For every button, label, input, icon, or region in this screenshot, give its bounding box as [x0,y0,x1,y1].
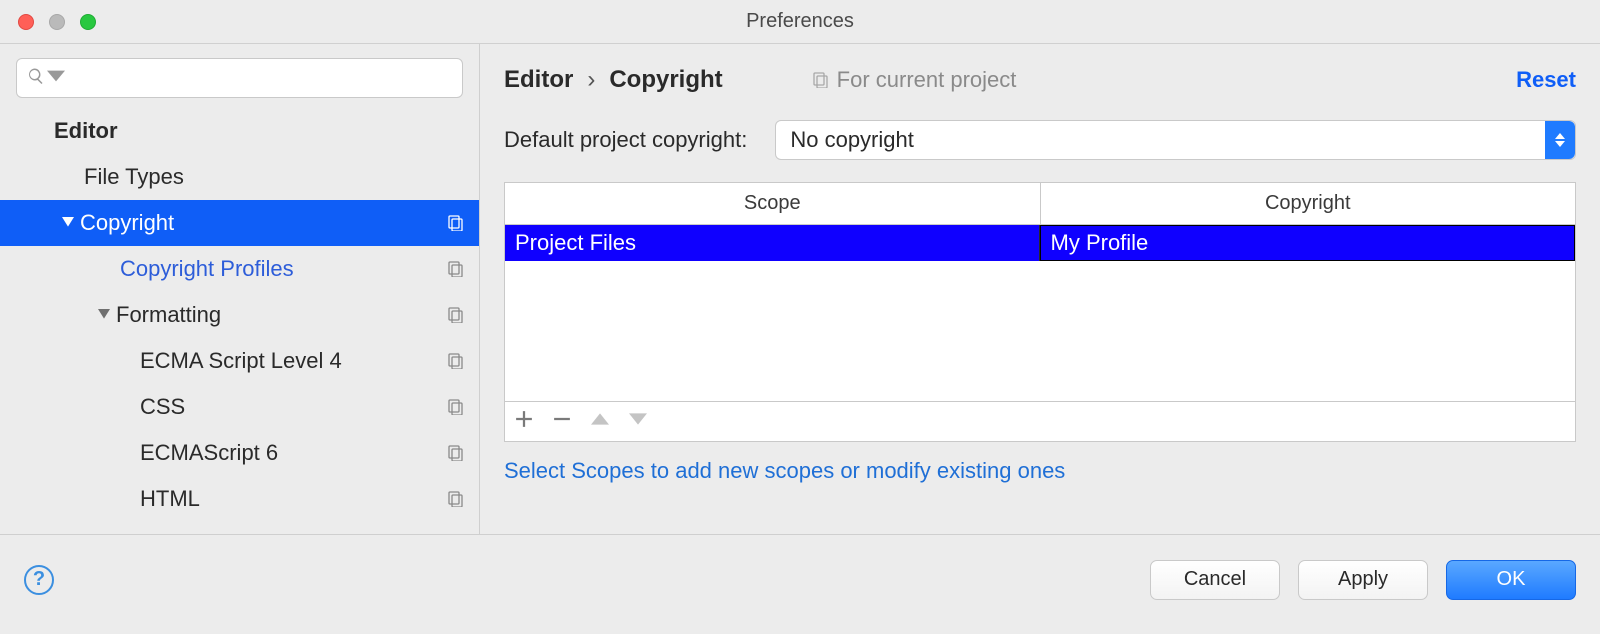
tree-label: CSS [140,394,445,420]
for-current-project-label: For current project [813,67,1017,93]
project-scope-icon [445,353,467,369]
disclosure-triangle-icon[interactable] [56,217,80,229]
table-header: Scope Copyright [505,183,1575,225]
dialog-footer: ? Cancel Apply OK [0,534,1600,624]
window-controls [18,14,96,30]
search-field[interactable] [16,58,463,98]
settings-tree: Editor File Types Copyright Copyright Pr… [0,108,479,534]
column-copyright[interactable]: Copyright [1041,183,1576,224]
breadcrumb-leaf: Copyright [609,66,722,94]
tree-item-ecma4[interactable]: ECMA Script Level 4 [0,338,479,384]
help-button[interactable]: ? [24,565,54,595]
tree-label: File Types [84,164,467,190]
apply-button[interactable]: Apply [1298,560,1428,600]
project-scope-icon [445,307,467,323]
tree-item-editor[interactable]: Editor [0,108,479,154]
project-scope-icon [445,491,467,507]
tree-label: Formatting [116,302,445,328]
reset-link[interactable]: Reset [1516,67,1576,93]
table-row[interactable]: Project Files My Profile [505,225,1575,261]
search-icon [27,67,45,90]
sidebar: Editor File Types Copyright Copyright Pr… [0,44,480,534]
tree-item-copyright[interactable]: Copyright [0,200,479,246]
default-copyright-label: Default project copyright: [504,127,747,153]
scopes-hint-link[interactable]: Select Scopes to add new scopes or modif… [504,458,1576,484]
tree-label: Copyright Profiles [120,256,445,282]
select-value: No copyright [790,127,914,153]
project-scope-icon [445,445,467,461]
tree-label: Copyright [80,210,445,236]
breadcrumb-separator: › [587,66,595,94]
tree-item-formatting[interactable]: Formatting [0,292,479,338]
cell-copyright[interactable]: My Profile [1040,225,1576,261]
tree-item-copyright-profiles[interactable]: Copyright Profiles [0,246,479,292]
add-button[interactable] [515,410,533,433]
remove-button[interactable] [553,410,571,433]
tree-label: ECMAScript 6 [140,440,445,466]
search-input[interactable] [71,68,452,89]
move-down-button[interactable] [629,410,647,433]
for-current-text: For current project [837,67,1017,93]
default-copyright-select[interactable]: No copyright [775,120,1576,160]
search-options-chevron-icon[interactable] [47,67,65,90]
breadcrumb-root[interactable]: Editor [504,66,573,94]
tree-label: ECMA Script Level 4 [140,348,445,374]
project-scope-icon [445,399,467,415]
zoom-window-button[interactable] [80,14,96,30]
project-scope-icon [445,215,467,231]
breadcrumb: Editor › Copyright [504,66,723,94]
tree-item-ecma6[interactable]: ECMAScript 6 [0,430,479,476]
column-scope[interactable]: Scope [505,183,1041,224]
titlebar: Preferences [0,0,1600,44]
tree-item-html[interactable]: HTML [0,476,479,522]
tree-label: HTML [140,486,445,512]
window-title: Preferences [746,10,854,33]
tree-label: Editor [54,118,467,144]
move-up-button[interactable] [591,410,609,433]
close-window-button[interactable] [18,14,34,30]
project-scope-icon [445,261,467,277]
cancel-button[interactable]: Cancel [1150,560,1280,600]
tree-item-file-types[interactable]: File Types [0,154,479,200]
content-panel: Editor › Copyright For current project R… [480,44,1600,534]
cell-scope[interactable]: Project Files [505,225,1040,261]
select-stepper-icon [1545,121,1575,159]
minimize-window-button[interactable] [49,14,65,30]
table-body: Project Files My Profile [505,225,1575,401]
disclosure-triangle-icon[interactable] [92,309,116,321]
scopes-table: Scope Copyright Project Files My Profile [504,182,1576,442]
tree-item-css[interactable]: CSS [0,384,479,430]
main-area: Editor File Types Copyright Copyright Pr… [0,44,1600,534]
table-toolbar [505,401,1575,441]
ok-button[interactable]: OK [1446,560,1576,600]
